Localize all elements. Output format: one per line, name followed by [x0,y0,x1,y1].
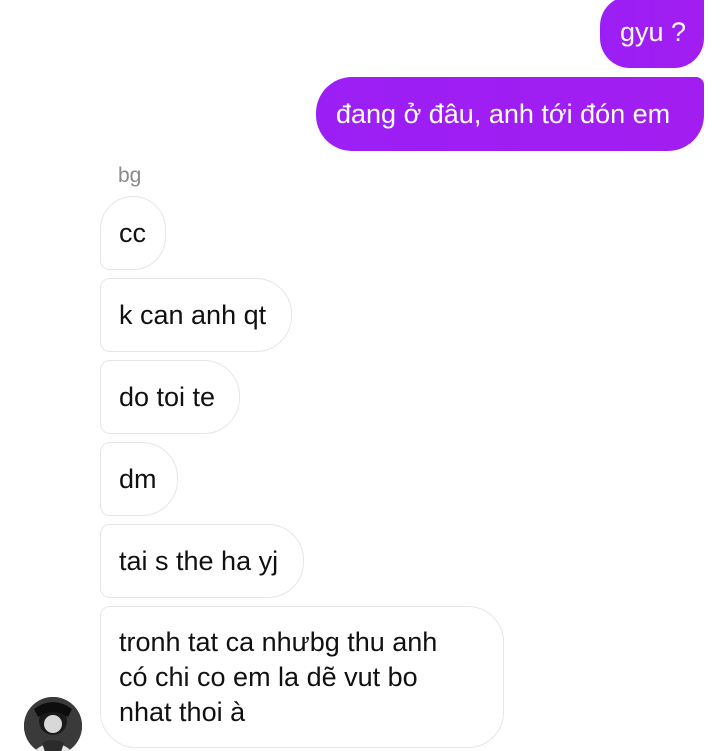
message-text: đang ở đâu, anh tới đón em [336,98,671,129]
user-avatar-icon [24,697,82,751]
sender-name: bg [118,164,142,187]
message-text: tai s the ha yj [119,545,279,576]
message-line: nhat thoi à [119,696,246,727]
incoming-message[interactable]: cc [100,196,166,270]
avatar[interactable] [24,697,82,751]
message-line: tronh tat ca nhưbg thu anh [119,626,438,657]
outgoing-message[interactable]: đang ở đâu, anh tới đón em [316,77,704,151]
message-text: gyu ? [620,16,687,47]
message-text: cc [119,217,146,248]
incoming-message[interactable]: do toi te [100,360,240,434]
message-line: có chi co em la dẽ vut bo [119,661,418,692]
incoming-message[interactable]: dm [100,442,178,516]
chat-thread: gyu ? đang ở đâu, anh tới đón em bg cc k… [0,0,720,751]
incoming-message[interactable]: tai s the ha yj [100,524,304,598]
message-text: k can anh qt [119,299,267,330]
incoming-message[interactable]: k can anh qt [100,278,292,352]
incoming-message[interactable]: tronh tat ca nhưbg thu anh có chi co em … [100,606,504,748]
message-text: dm [119,463,157,494]
message-text: do toi te [119,381,216,412]
outgoing-message[interactable]: gyu ? [600,0,704,68]
